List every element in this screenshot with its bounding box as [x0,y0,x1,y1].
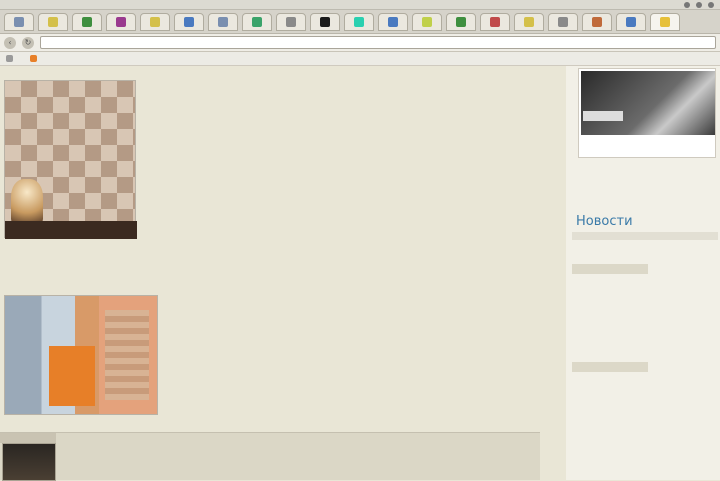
favicon-icon [592,16,602,27]
featured-article [0,432,540,481]
nav-bar: ‹ ↻ [0,34,720,52]
news-divider [572,232,718,240]
ad-image [581,71,715,135]
favicon-icon [626,16,636,27]
bookmark-favicon-icon [30,55,37,62]
favicon-icon [558,16,568,27]
page-content: Новости [0,66,720,481]
tab[interactable] [72,12,102,31]
favicon-icon [184,16,194,27]
favicon-icon [252,16,262,27]
favicon-icon [150,16,160,27]
ad-banner[interactable] [578,68,716,158]
tab[interactable] [310,12,340,31]
favicon-icon [660,16,670,27]
tab[interactable] [242,12,272,31]
bookmarks-bar [0,52,720,66]
back-button[interactable]: ‹ [4,36,16,49]
volume-icon[interactable] [696,1,702,8]
tab-active[interactable] [650,12,680,31]
favicon-icon [456,16,466,27]
favicon-icon [14,16,24,27]
orange-panel-illustration [49,346,95,406]
article-tag [0,433,56,443]
main-column [0,66,555,481]
address-bar[interactable] [40,36,716,49]
ad-label [583,111,623,121]
reload-button[interactable]: ↻ [22,36,34,49]
favicon-icon [354,16,364,27]
tab[interactable] [412,12,442,31]
tab[interactable] [344,12,374,31]
tab[interactable] [38,12,68,31]
tab[interactable] [514,12,544,31]
article-image-tiles [4,80,137,239]
star-icon [6,55,13,62]
tab[interactable] [174,12,204,31]
news-heading: Новости [576,214,633,229]
favicon-icon [388,16,398,27]
favicon-icon [524,16,534,27]
news-date [572,264,648,274]
tray [684,1,720,8]
bookmark-item[interactable] [30,55,40,62]
tab[interactable] [548,12,578,31]
article-image-interior [4,295,158,415]
favicon-icon [490,16,500,27]
tab[interactable] [4,12,34,31]
os-menubar [0,0,720,10]
tab[interactable] [582,12,612,31]
favicon-icon [218,16,228,27]
tab[interactable] [446,12,476,31]
tab[interactable] [378,12,408,31]
tab-strip [0,10,720,34]
sidebar: Новости [566,66,720,480]
favicon-icon [82,16,92,27]
battery-icon[interactable] [708,1,714,8]
tab[interactable] [276,12,306,31]
favicon-icon [116,16,126,27]
network-icon[interactable] [684,1,690,8]
favicon-icon [320,16,330,27]
lamp-illustration [11,179,43,223]
paper-illustration [105,310,149,400]
bookmark-item[interactable] [6,55,16,62]
tab[interactable] [616,12,646,31]
tab[interactable] [106,12,136,31]
tab[interactable] [208,12,238,31]
tab[interactable] [140,12,170,31]
favicon-icon [286,16,296,27]
news-date [572,362,648,372]
favicon-icon [48,16,58,27]
favicon-icon [422,16,432,27]
tab[interactable] [480,12,510,31]
desk-illustration [5,221,137,239]
article-thumbnail[interactable] [2,443,56,481]
